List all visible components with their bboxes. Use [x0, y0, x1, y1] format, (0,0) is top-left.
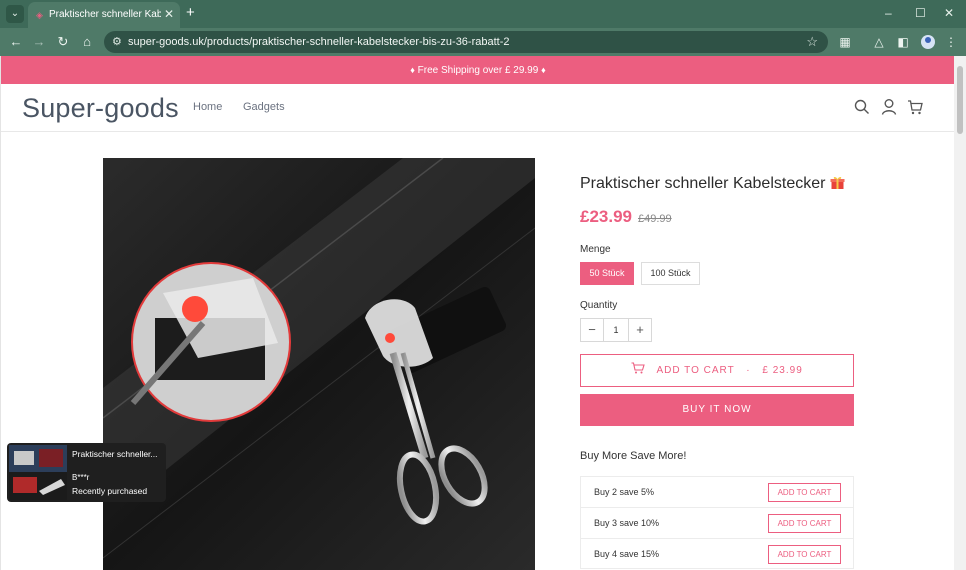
- cart-icon[interactable]: [907, 98, 923, 116]
- browser-tab[interactable]: ◈ Praktischer schneller Kabelstecker ✕: [28, 2, 180, 28]
- url-text: super-goods.uk/products/praktischer-schn…: [128, 36, 510, 48]
- reload-icon[interactable]: ↻: [55, 34, 71, 50]
- site-header: Super-goods Home Gadgets: [1, 84, 954, 132]
- bookmark-star-icon[interactable]: ☆: [806, 34, 818, 50]
- product-image[interactable]: [103, 158, 535, 570]
- product-title: Praktischer schneller Kabelstecker: [580, 174, 845, 194]
- tab-search-icon[interactable]: ⌄: [6, 5, 24, 23]
- quantity-increase-button[interactable]: +: [628, 318, 652, 342]
- gem-icon: ♦: [541, 65, 546, 75]
- back-icon[interactable]: ←: [8, 34, 24, 50]
- bundle-tier: Buy 4 save 15% ADD TO CART: [580, 538, 854, 569]
- product-price: £23.99: [580, 207, 632, 226]
- gem-icon: ♦: [410, 65, 415, 75]
- site-logo[interactable]: Super-goods: [22, 92, 179, 124]
- address-bar[interactable]: ⚙ super-goods.uk/products/praktischer-sc…: [104, 31, 828, 53]
- nav-home[interactable]: Home: [193, 100, 222, 114]
- home-icon[interactable]: ⌂: [79, 34, 95, 50]
- tier-add-to-cart-button[interactable]: ADD TO CART: [768, 545, 841, 564]
- tier-label: Buy 3 save 10%: [594, 518, 660, 528]
- quantity-decrease-button[interactable]: −: [580, 318, 604, 342]
- site-info-icon[interactable]: ⚙: [112, 35, 122, 49]
- product-title-text: Praktischer schneller Kabelstecker: [580, 175, 826, 192]
- bundle-tiers: Buy 2 save 5% ADD TO CART Buy 3 save 10%…: [580, 476, 854, 569]
- browser-menu-icon[interactable]: ⋮: [944, 34, 958, 50]
- new-tab-icon[interactable]: +: [186, 5, 195, 21]
- tier-label: Buy 4 save 15%: [594, 549, 660, 559]
- popup-product-thumbnail: [9, 445, 67, 500]
- tier-add-to-cart-button[interactable]: ADD TO CART: [768, 514, 841, 533]
- nav-gadgets[interactable]: Gadgets: [243, 100, 285, 114]
- bundle-tier: Buy 2 save 5% ADD TO CART: [580, 476, 854, 507]
- gift-icon: [830, 175, 845, 190]
- popup-status: Recently purchased: [72, 486, 148, 496]
- tier-add-to-cart-button[interactable]: ADD TO CART: [768, 483, 841, 502]
- announcement-bar: ♦ Free Shipping over £ 29.99 ♦: [1, 56, 954, 84]
- separator-dot: ·: [746, 365, 751, 376]
- bundle-title: Buy More Save More!: [580, 450, 687, 462]
- announcement-text: Free Shipping over £ 29.99: [417, 65, 539, 76]
- browser-toolbar: ← → ↻ ⌂ ⚙ super-goods.uk/products/prakti…: [0, 28, 966, 56]
- tier-label: Buy 2 save 5%: [594, 487, 655, 497]
- cart-icon: [631, 356, 645, 374]
- option-label: Menge: [580, 244, 611, 255]
- add-to-cart-button[interactable]: ADD TO CART · £ 23.99: [580, 354, 854, 387]
- quantity-label: Quantity: [580, 300, 618, 311]
- compare-price: £49.99: [638, 213, 672, 225]
- profile-avatar[interactable]: [921, 35, 935, 49]
- option-50-stueck[interactable]: 50 Stück: [580, 262, 634, 285]
- search-icon[interactable]: [854, 98, 870, 116]
- extensions-icon[interactable]: ▦: [838, 34, 852, 50]
- recent-purchase-popup[interactable]: Praktischer schneller... B***r Recently …: [7, 443, 166, 502]
- close-tab-icon[interactable]: ✕: [164, 7, 174, 21]
- window-close-icon[interactable]: ✕: [944, 6, 954, 20]
- minimize-icon[interactable]: –: [885, 6, 892, 20]
- page-scrollbar[interactable]: [954, 56, 966, 570]
- bundle-tier: Buy 3 save 10% ADD TO CART: [580, 507, 854, 538]
- option-100-stueck[interactable]: 100 Stück: [641, 262, 700, 285]
- browser-tab-strip: ⌄ ◈ Praktischer schneller Kabelstecker ✕…: [0, 0, 966, 28]
- account-icon[interactable]: [881, 98, 897, 116]
- scrollbar-thumb[interactable]: [957, 66, 963, 134]
- maximize-icon[interactable]: ☐: [915, 6, 926, 20]
- add-to-cart-price: £ 23.99: [762, 365, 803, 376]
- popup-product-title: Praktischer schneller...: [72, 449, 158, 459]
- tab-title: Praktischer schneller Kabelstecker: [49, 9, 161, 20]
- labs-icon[interactable]: △: [872, 34, 886, 50]
- forward-icon[interactable]: →: [31, 34, 47, 50]
- site-favicon: ◈: [36, 10, 43, 20]
- popup-buyer: B***r: [72, 473, 90, 482]
- side-panel-icon[interactable]: ◧: [896, 34, 910, 50]
- add-to-cart-label: ADD TO CART: [656, 365, 735, 376]
- quantity-input[interactable]: 1: [604, 318, 628, 342]
- buy-it-now-button[interactable]: BUY IT NOW: [580, 394, 854, 426]
